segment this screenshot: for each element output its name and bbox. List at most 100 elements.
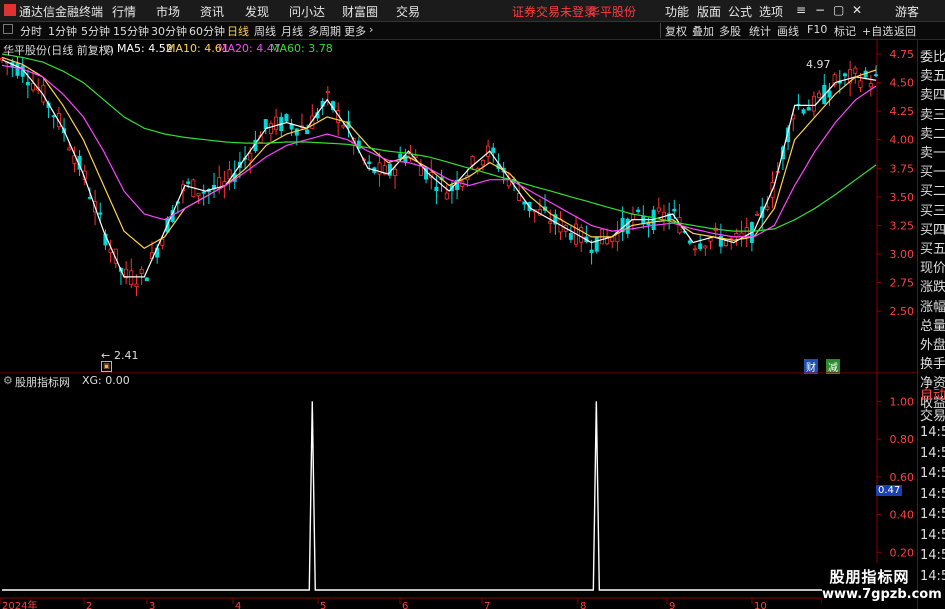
- candle-body: [201, 191, 206, 194]
- trade-label-0[interactable]: 自动: [920, 384, 945, 403]
- candle-body: [289, 123, 294, 130]
- period-2[interactable]: 5分钟: [81, 23, 110, 39]
- candle-body: [858, 80, 863, 88]
- xtick-label-9: 10: [754, 601, 767, 609]
- quote-panel: 委比 卖五 卖四 卖三 卖二 卖一 买一 买二 买三 买四 买五 现价 涨跌 涨幅 总量 外盘 换手 净资 收益 自动…: [917, 40, 945, 609]
- candle-body: [827, 90, 832, 98]
- settings-icon[interactable]: ⚙: [104, 43, 114, 56]
- candle-body: [811, 95, 816, 112]
- app-logo-icon: [4, 4, 16, 16]
- candle-body: [274, 116, 279, 130]
- period-8[interactable]: 月线: [281, 23, 303, 39]
- minimize-icon[interactable]: −: [815, 3, 825, 17]
- ytick-label-6: 3.50: [890, 191, 915, 204]
- quote-label-11: 现价: [920, 261, 945, 277]
- trade-label-5: 14:56: [920, 486, 945, 502]
- candle-body: [636, 209, 641, 213]
- ytick-label-2: 4.50: [890, 77, 915, 90]
- trade-label-1[interactable]: 交易: [920, 405, 945, 424]
- period-10[interactable]: 更多: [344, 23, 366, 39]
- high-label: 4.97: [806, 58, 831, 71]
- period-4[interactable]: 30分钟: [151, 23, 187, 39]
- menu-item-1[interactable]: 市场: [156, 3, 180, 20]
- tool-8[interactable]: 返回: [894, 23, 916, 39]
- menu-item-2[interactable]: 资讯: [200, 3, 224, 20]
- main-kline-chart[interactable]: 5.004.754.504.254.003.753.503.253.002.75…: [0, 40, 917, 372]
- candle-body: [874, 74, 879, 77]
- trade-label-8: 14:56: [920, 548, 945, 563]
- candle-body: [842, 73, 847, 77]
- indicator-chart[interactable]: 1.000.800.600.400.20 2024年23456789101: [0, 372, 917, 609]
- quote-label-2: 卖四: [920, 88, 945, 104]
- xtick-label-2: 3: [149, 601, 155, 609]
- candle-body: [444, 192, 449, 200]
- user-label[interactable]: 游客: [895, 3, 919, 20]
- ytick-label-5: 3.75: [890, 162, 915, 175]
- ind-ytick-label-1: 0.80: [890, 433, 915, 446]
- indicator-settings-icon[interactable]: ⚙: [3, 374, 13, 387]
- quote-label-15: 外盘: [920, 338, 945, 353]
- ytick-label-3: 4.25: [890, 105, 915, 118]
- tool-4[interactable]: 画线: [777, 23, 799, 39]
- tool-5[interactable]: F10: [807, 23, 827, 36]
- candle-body: [806, 107, 811, 111]
- tool-0[interactable]: 复权: [665, 23, 687, 39]
- candle-body: [724, 240, 729, 246]
- menu-formula[interactable]: 公式: [728, 3, 752, 20]
- candle-body: [196, 192, 201, 197]
- tool-1[interactable]: 叠加: [692, 23, 714, 39]
- ind-ytick-label-2: 0.60: [890, 471, 915, 484]
- candle-body: [284, 114, 289, 122]
- candle-body: [692, 248, 697, 251]
- candle-body: [656, 207, 661, 212]
- menu-item-0[interactable]: 行情: [112, 3, 136, 20]
- event-marker-icon[interactable]: ▣: [101, 361, 112, 372]
- tool-2[interactable]: 多股: [719, 23, 741, 39]
- menu-function[interactable]: 功能: [665, 3, 689, 20]
- indicator-name: 股朋指标网: [15, 376, 70, 389]
- close-icon[interactable]: ✕: [852, 3, 862, 17]
- candle-body: [625, 218, 630, 234]
- ma-line-MA60: [1, 53, 877, 232]
- xtick-label-4: 5: [320, 601, 326, 609]
- tool-7[interactable]: +自选: [862, 23, 893, 39]
- menu-item-5[interactable]: 财富圈: [342, 3, 378, 20]
- candle-body: [853, 67, 858, 74]
- more-chevron-icon[interactable]: ›: [369, 23, 373, 36]
- app-title: 通达信金融终端: [19, 5, 104, 19]
- ma60-label: MA60: 3.78: [270, 42, 333, 55]
- candle-body: [765, 206, 770, 210]
- menu-item-4[interactable]: 问小达: [289, 3, 325, 20]
- period-9[interactable]: 多周期: [308, 23, 341, 39]
- period-3[interactable]: 15分钟: [113, 23, 149, 39]
- menu-layout[interactable]: 版面: [697, 3, 721, 20]
- ma-line-MA20: [1, 64, 877, 238]
- period-1[interactable]: 1分钟: [48, 23, 77, 39]
- period-5[interactable]: 60分钟: [189, 23, 225, 39]
- quote-label-10: 买五: [920, 242, 945, 257]
- menu-options[interactable]: 选项: [759, 3, 783, 20]
- period-0[interactable]: 分时: [20, 23, 42, 39]
- period-7[interactable]: 周线: [254, 23, 276, 39]
- tool-3[interactable]: 统计: [749, 23, 771, 39]
- menu-item-3[interactable]: 发现: [245, 3, 269, 20]
- menu-item-6[interactable]: 交易: [396, 3, 420, 20]
- menu-toggle-icon[interactable]: [3, 24, 13, 34]
- watermark-title: 股朋指标网: [829, 568, 910, 586]
- login-notice[interactable]: 证券交易未登录: [512, 3, 596, 20]
- quote-label-14: 总量: [920, 318, 945, 334]
- candle-body: [703, 245, 708, 249]
- window-menu-icon[interactable]: ≡: [796, 3, 806, 17]
- candle-body: [630, 213, 635, 221]
- quote-label-12: 涨跌: [920, 280, 945, 296]
- candle-body: [144, 277, 149, 282]
- candle-body: [248, 153, 253, 161]
- period-6[interactable]: 日线: [227, 23, 249, 39]
- maximize-icon[interactable]: ▢: [833, 3, 844, 17]
- candle-body: [470, 156, 475, 166]
- watermark-url: www.7gpzb.com: [822, 587, 942, 602]
- ind-ytick-label-4: 0.20: [890, 546, 915, 559]
- period-toolbar: 分时 1分钟 5分钟 15分钟 30分钟 60分钟 日线 周线 月线 多周期 更…: [0, 22, 945, 40]
- candle-body: [568, 233, 573, 240]
- tool-6[interactable]: 标记: [834, 23, 856, 39]
